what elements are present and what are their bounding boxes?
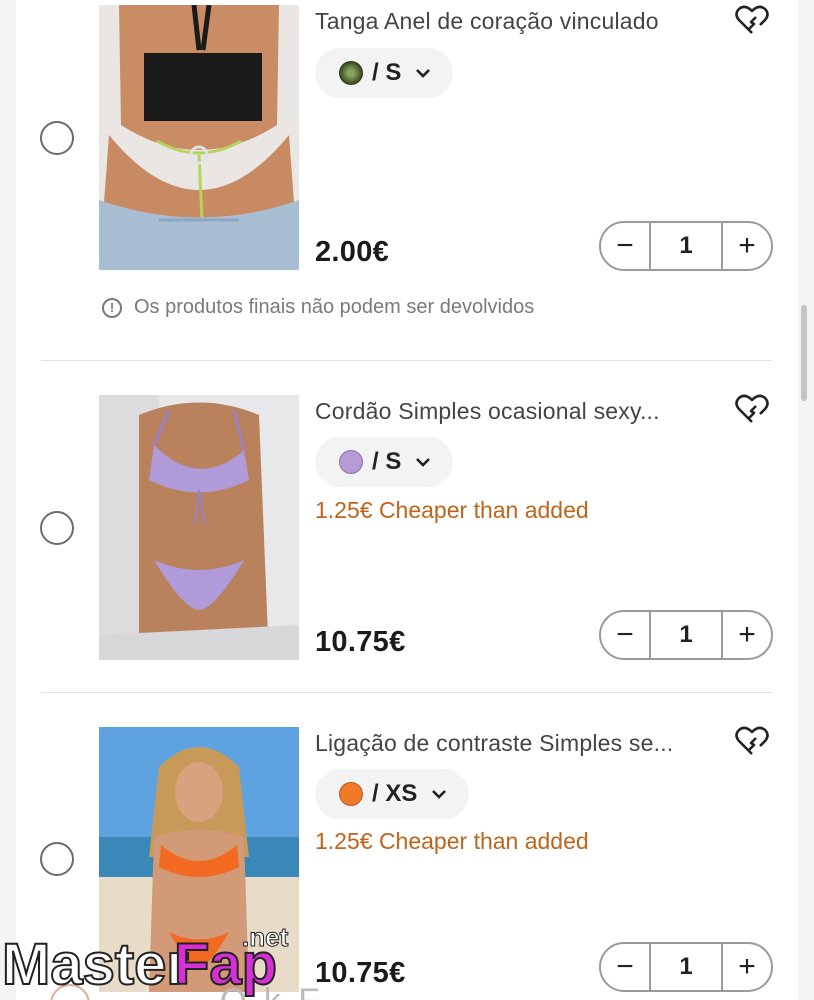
quantity-stepper: − 1 + (599, 610, 773, 660)
heart-add-icon[interactable] (734, 394, 770, 426)
product-image[interactable] (99, 395, 299, 660)
product-title[interactable]: Tanga Anel de coração vinculado (315, 8, 725, 35)
product-image[interactable] (99, 5, 299, 270)
heart-add-icon[interactable] (734, 726, 770, 758)
quantity-value[interactable]: 1 (649, 612, 723, 658)
heart-add-icon[interactable] (734, 5, 770, 37)
color-swatch (339, 61, 363, 85)
price-drop-note: 1.25€ Cheaper than added (315, 828, 589, 854)
quantity-stepper: − 1 + (599, 221, 773, 271)
final-sale-notice-text: Os produtos finais não podem ser devolvi… (134, 296, 535, 318)
increase-quantity-button[interactable]: + (723, 223, 771, 269)
scrollbar[interactable] (801, 305, 807, 401)
quantity-value[interactable]: 1 (649, 223, 723, 269)
variant-selector[interactable]: / S (315, 437, 454, 487)
variant-selector[interactable]: / S (315, 48, 454, 98)
product-title[interactable]: Cordão Simples ocasional sexy... (315, 398, 725, 425)
product-title[interactable]: Ligação de contraste Simples se... (315, 730, 725, 757)
select-item-radio[interactable] (40, 121, 74, 155)
decrease-quantity-button[interactable]: − (601, 612, 649, 658)
decrease-quantity-button[interactable]: − (601, 223, 649, 269)
svg-text:.net: .net (242, 922, 289, 952)
cart-item: Cordão Simples ocasional sexy... / S 1.2… (16, 392, 798, 692)
item-divider (41, 360, 772, 361)
item-divider (41, 692, 772, 693)
color-swatch (339, 450, 363, 474)
cart-item: Tanga Anel de coração vinculado / S 2.00… (16, 0, 798, 360)
size-label: / S (372, 448, 402, 475)
increase-quantity-button[interactable]: + (723, 612, 771, 658)
price-drop-note: 1.25€ Cheaper than added (315, 497, 589, 523)
chevron-down-icon (416, 458, 431, 467)
select-item-radio[interactable] (40, 511, 74, 545)
size-label: / S (372, 59, 402, 86)
size-label: / XS (372, 780, 418, 807)
product-price: 10.75€ (315, 626, 406, 658)
variant-selector[interactable]: / XS (315, 769, 470, 819)
product-price: 2.00€ (315, 236, 390, 268)
info-icon: ! (102, 297, 122, 318)
final-sale-notice: ! Os produtos finais não podem ser devol… (102, 296, 534, 319)
chevron-down-icon (432, 790, 447, 799)
svg-text:Master: Master (2, 932, 189, 997)
select-item-radio[interactable] (40, 842, 74, 876)
color-swatch (339, 782, 363, 806)
cart-list: Tanga Anel de coração vinculado / S 2.00… (16, 0, 798, 1000)
chevron-down-icon (416, 69, 431, 78)
watermark-logo: Master Fap .net (1, 922, 289, 999)
